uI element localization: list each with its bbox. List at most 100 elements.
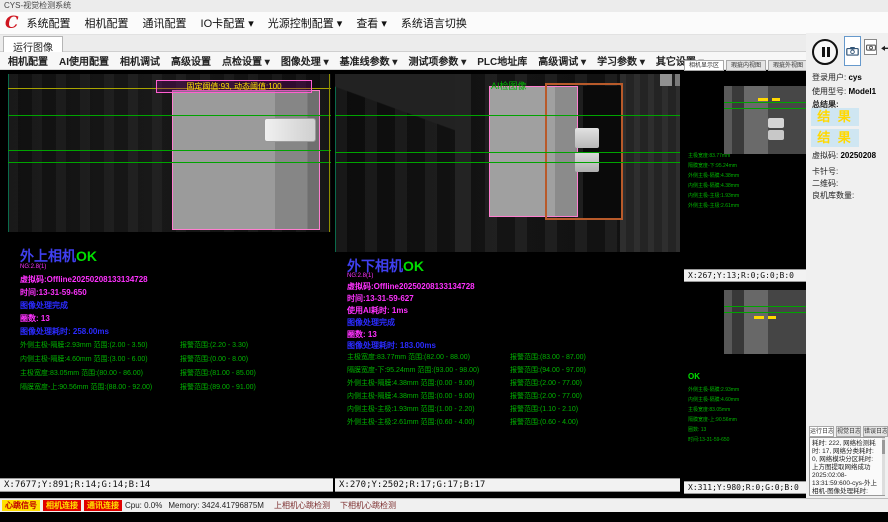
login-user-value: cys: [848, 73, 861, 82]
model-row: 使用型号: Model1: [812, 86, 876, 97]
ng-note: NG:2.8(1): [20, 264, 46, 270]
menu-io-config[interactable]: IO卡配置 ▾: [201, 15, 254, 31]
stock-count-row: 良机库数量:: [812, 190, 854, 201]
pause-icon: [827, 47, 830, 57]
log-tab-run[interactable]: 运行日志: [809, 426, 834, 437]
tool-spot-check[interactable]: 点检设置 ▾: [222, 53, 270, 68]
alarm-range: 报警范围:(0.00 - 8.00): [180, 354, 248, 364]
measurement-row: 内侧主极-隔膜:4.60mm 范围:(3.00 - 6.00) 报警范围:(0.0…: [8, 354, 331, 366]
barcode-text: 虚拟码:Offline20250208133134728: [347, 281, 475, 292]
tool-image-processing[interactable]: 图像处理 ▾: [281, 53, 329, 68]
tool-camera-debug[interactable]: 相机调试: [120, 53, 160, 68]
thumb-text-line: 内侧主极-隔膜:4.60mm: [688, 396, 739, 403]
thumb-bottom-statusbar: X:311;Y:980;R:0;G:0;B:0: [684, 481, 808, 494]
thumb-text-line: 隔膜宽度-下:95.24mm: [688, 162, 737, 169]
measurement-value: 外侧主极-隔膜:4.38mm 范围:(0.00 - 9.00): [347, 378, 475, 388]
thumb-text-line: 内侧主极-隔膜:4.38mm: [688, 182, 739, 189]
thumb-image: [724, 86, 808, 154]
app-logo-icon: C: [5, 13, 19, 33]
log-textbox[interactable]: 耗时: 222, 网络检测耗时: 17, 网络分类耗时: 0, 网络模块分区耗时…: [809, 437, 885, 496]
thumb-ok-status: OK: [688, 372, 700, 381]
tool-baseline-params[interactable]: 基准线参数 ▾: [340, 53, 398, 68]
log-scrollbar[interactable]: [882, 438, 885, 495]
time-text: 时间:13-31-59-650: [20, 287, 87, 298]
menu-language-switch[interactable]: 系统语言切换: [401, 15, 467, 31]
thumb-bottom-viewport[interactable]: OK 外侧主极-隔膜:2.93mm 内侧主极-隔膜:4.60mm 主极宽度:83…: [684, 282, 808, 481]
measurement-value: 内侧主极-隔膜:4.38mm 范围:(0.00 - 9.00): [347, 391, 475, 401]
pin-number-row: 卡针号:: [812, 166, 838, 177]
lower-camera-heartbeat-note: 下相机心跳检测: [340, 500, 396, 511]
measure-line: [8, 115, 331, 116]
round-count-text: 圈数: 13: [20, 313, 50, 324]
return-arrow-icon: [879, 42, 888, 53]
measure-line: [335, 162, 680, 163]
model-value: Model1: [848, 87, 876, 96]
login-user-label: 登录用户:: [812, 73, 846, 82]
ai-image-label: AI检图像: [491, 79, 527, 92]
alarm-range: 报警范围:(83.00 - 87.00): [510, 352, 586, 362]
log-tab-error[interactable]: 错误日志: [863, 426, 888, 437]
pause-button[interactable]: [812, 39, 838, 65]
measurement-row: 内侧主极-主极:1.93mm 范围:(1.00 - 2.20)报警范围:(1.1…: [335, 404, 680, 416]
tool-advanced-settings[interactable]: 高级设置: [171, 53, 211, 68]
elapsed-text: 图像处理耗时: 183.00ms: [347, 340, 436, 351]
marker: [768, 316, 776, 319]
measurement-value: 隔膜宽度-下:95.24mm 范围:(93.00 - 98.00): [347, 365, 479, 375]
menu-comm-config[interactable]: 通讯配置: [143, 15, 187, 31]
left-camera-viewport[interactable]: 固定阈值:93, 动态阈值:100: [8, 74, 331, 232]
camera-snapshot-button[interactable]: [864, 39, 877, 55]
menu-view[interactable]: 查看 ▾: [356, 15, 387, 31]
tool-learning-params[interactable]: 学习参数 ▾: [597, 53, 645, 68]
menu-light-config[interactable]: 光源控制配置 ▾: [268, 15, 343, 31]
tool-plc-address[interactable]: PLC地址库: [477, 53, 527, 68]
left-camera-title: 外上相机OK: [20, 246, 97, 266]
upper-camera-heartbeat-note: 上相机心跳检测: [274, 500, 330, 511]
menu-camera-config[interactable]: 相机配置: [85, 15, 129, 31]
measure-line: [724, 306, 808, 307]
camera-capture-button[interactable]: [844, 36, 861, 66]
status-taskbar: 心跳信号 相机连接 通讯连接 Cpu: 0.0% Memory: 3424.41…: [0, 498, 888, 512]
edge-guide-line: [329, 74, 330, 232]
camera-icon: [846, 46, 859, 56]
process-done-text: 图像处理完成: [347, 317, 395, 328]
measurement-row: 主极宽度:83.77mm 范围:(82.00 - 88.00)报警范围:(83.…: [335, 352, 680, 364]
tool-camera-config[interactable]: 相机配置: [8, 53, 48, 68]
thumb-text-line: 圈数: 13: [688, 426, 706, 433]
alarm-range: 报警范围:(2.20 - 3.30): [180, 340, 248, 350]
right-sidebar: 登录用户: cys 使用型号: Model1 总结果: 结 果 结 果 虚拟码:…: [806, 33, 888, 498]
measurement-row: 外侧主极-隔膜:4.38mm 范围:(0.00 - 9.00) 报警范围:(2.0…: [335, 378, 680, 390]
result-indicator-1: 结 果: [811, 108, 859, 126]
menu-system-config[interactable]: 系统配置: [27, 15, 71, 31]
measurement-value: 外侧主极-主极:2.61mm 范围:(0.60 - 4.00): [347, 417, 475, 427]
stock-count-label: 良机库数量:: [812, 191, 854, 200]
thumb-header-tab[interactable]: 相机显示区: [684, 60, 724, 71]
tool-ai-config[interactable]: AI使用配置: [59, 53, 109, 68]
thumb-tab-inner-view[interactable]: 瑕疵内视图: [726, 60, 766, 71]
log-tab-vision[interactable]: 视觉日志: [836, 426, 861, 437]
ai-time-text: 使用AI耗时: 1ms: [347, 305, 408, 316]
login-user-row: 登录用户: cys: [812, 72, 862, 83]
measurement-value: 外侧主极-隔膜:2.93mm 范围:(2.00 - 3.50): [20, 340, 148, 350]
titlebar: CYS-视觉检测系统: [0, 0, 888, 12]
pause-icon: [822, 47, 825, 57]
tab-connector-shape: [264, 118, 316, 142]
marker: [772, 98, 780, 101]
thumb-tab-outer-view[interactable]: 瑕疵外视图: [768, 60, 808, 71]
thumb-top-viewport[interactable]: 主极宽度:83.77mm 隔膜宽度-下:95.24mm 外侧主极-隔膜:4.38…: [684, 72, 808, 269]
tool-test-params[interactable]: 测试项参数 ▾: [408, 53, 466, 68]
threshold-label: 固定阈值:93, 动态阈值:100: [156, 80, 312, 93]
alarm-range: 报警范围:(94.00 - 97.00): [510, 365, 586, 375]
thumb-text-line: 外侧主极-主极:2.61mm: [688, 202, 739, 209]
measurement-value: 内侧主极-隔膜:4.60mm 范围:(3.00 - 6.00): [20, 354, 148, 364]
tool-advanced-debug[interactable]: 高级调试 ▾: [538, 53, 586, 68]
log-scrollbar-thumb[interactable]: [882, 440, 885, 454]
ng-note: NG:2.8(1): [347, 273, 373, 279]
qr-code-label: 二维码:: [812, 179, 838, 188]
return-button[interactable]: [879, 40, 888, 54]
alarm-range: 报警范围:(2.00 - 77.00): [510, 378, 582, 388]
measure-line: [724, 312, 808, 313]
middle-camera-viewport[interactable]: AI检图像: [335, 74, 680, 252]
thumb-text-line: 内侧主极-主极:1.93mm: [688, 192, 739, 199]
alarm-range: 报警范围:(2.00 - 77.00): [510, 391, 582, 401]
time-text: 时间:13-31-59-627: [347, 293, 414, 304]
